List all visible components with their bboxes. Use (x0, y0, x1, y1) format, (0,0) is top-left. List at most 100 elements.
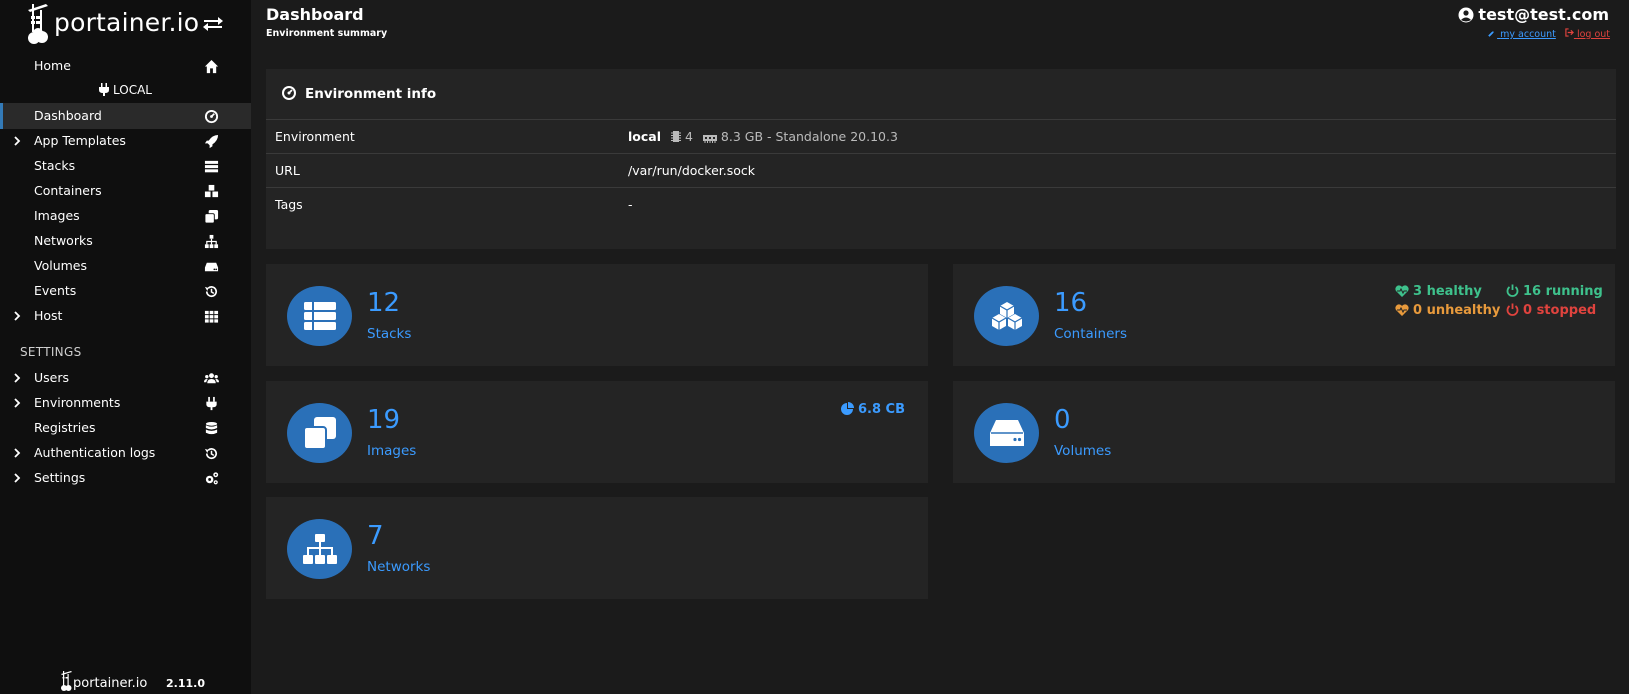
cubes-icon (991, 302, 1022, 330)
sidebar-item-label: Containers (34, 183, 102, 198)
chevron-right-icon (14, 473, 21, 483)
log-out-link[interactable]: log out (1565, 28, 1610, 40)
sidebar-item-label: App Templates (34, 133, 126, 148)
networks-count: 7 (367, 521, 384, 551)
heartbeat-icon (1395, 304, 1409, 316)
sidebar-item-label: Stacks (34, 158, 76, 173)
sidebar-item-dashboard[interactable]: Dashboard (0, 103, 251, 129)
images-card[interactable]: 19 Images 6.8 CB (266, 381, 928, 483)
page-subtitle: Environment summary (266, 28, 388, 39)
exchange-icon[interactable] (202, 14, 224, 34)
sidebar-item-label: Settings (34, 470, 86, 485)
env-key: Environment (275, 129, 355, 144)
sidebar-item-label: Users (34, 370, 70, 385)
sidebar-item-events[interactable]: Events (0, 278, 251, 304)
portainer-logo-icon (61, 671, 72, 691)
environment-info-panel: Environment info Environment local 4 8.3… (266, 69, 1616, 249)
sidebar-item-label: Registries (34, 420, 96, 435)
unhealthy-count: 0 unhealthy (1413, 303, 1501, 318)
user-email: test@test.com (1478, 5, 1609, 24)
containers-count: 16 (1054, 288, 1088, 318)
sidebar-item-authentication-logs[interactable]: Authentication logs (0, 440, 251, 466)
sitemap-icon (302, 534, 337, 564)
sidebar-item-registries[interactable]: Registries (0, 415, 251, 441)
sidebar-item-app-templates[interactable]: App Templates (0, 128, 251, 154)
memory-icon (702, 135, 717, 143)
user-circle-icon (1458, 7, 1474, 23)
env-name: local (628, 129, 662, 144)
dashboard-icon (204, 109, 219, 124)
sidebar-item-networks[interactable]: Networks (0, 228, 251, 254)
sidebar-item-host[interactable]: Host (0, 303, 251, 329)
sidebar-item-stacks[interactable]: Stacks (0, 153, 251, 179)
portainer-logo-icon (28, 4, 48, 44)
power-off-icon (1506, 303, 1519, 316)
log-out-label: log out (1576, 29, 1610, 40)
networks-card[interactable]: 7 Networks (266, 497, 928, 599)
volumes-label: Volumes (1054, 443, 1112, 459)
sidebar-item-users[interactable]: Users (0, 365, 251, 391)
containers-card[interactable]: 16 Containers 3 healthy 0 unhealthy 16 r… (953, 264, 1615, 366)
rocket-icon (204, 134, 219, 149)
stacks-card[interactable]: 12 Stacks (266, 264, 928, 366)
images-label: Images (367, 443, 417, 459)
sidebar-item-settings[interactable]: Settings (0, 465, 251, 491)
images-count: 19 (367, 405, 401, 435)
clone-icon (204, 209, 219, 224)
env-cpu: 4 (684, 129, 693, 144)
chevron-right-icon (14, 136, 21, 146)
brand-logo[interactable]: portainer.io (26, 2, 251, 46)
my-account-link[interactable]: my account (1488, 29, 1556, 40)
database-icon (205, 421, 218, 435)
env-value: /var/run/docker.sock (628, 163, 755, 178)
env-memory: 8.3 GB - Standalone 20.10.3 (720, 129, 898, 144)
sidebar-footer: portainer.io 2.11.0 (60, 670, 240, 694)
sidebar-item-label: Host (34, 308, 63, 323)
home-icon (204, 59, 219, 74)
version-label: 2.11.0 (166, 677, 205, 690)
sidebar-item-label: Environments (34, 395, 121, 410)
stacks-badge (287, 286, 352, 346)
stopped-count: 0 stopped (1523, 303, 1597, 318)
env-key: Tags (275, 197, 303, 212)
sidebar-item-environments[interactable]: Environments (0, 390, 251, 416)
user-menu: test@test.com (1458, 5, 1609, 24)
footer-brand: portainer.io (73, 676, 148, 691)
networks-label: Networks (367, 559, 431, 575)
sidebar-item-label: Home (34, 58, 71, 73)
power-off-icon (1506, 284, 1519, 297)
stacks-count: 12 (367, 288, 401, 318)
running-status: 16 running (1506, 284, 1603, 299)
volumes-count: 0 (1054, 405, 1071, 435)
containers-badge (974, 286, 1039, 346)
images-size: 6.8 CB (841, 402, 905, 417)
my-account-label: my account (1500, 29, 1556, 40)
environment-header: LOCAL (0, 83, 251, 97)
sidebar-item-label: Volumes (34, 258, 88, 273)
sidebar-item-label: Authentication logs (34, 445, 156, 460)
env-value: local 4 8.3 GB - Standalone 20.10.3 (628, 129, 898, 144)
plug-icon (206, 396, 217, 411)
brand-name: portainer.io (54, 8, 200, 37)
volumes-card[interactable]: 0 Volumes (953, 381, 1615, 483)
sidebar-item-images[interactable]: Images (0, 203, 251, 229)
heartbeat-icon (1395, 285, 1409, 297)
th-icon (204, 310, 219, 323)
volumes-badge (974, 403, 1039, 463)
healthy-status: 3 healthy (1395, 284, 1482, 299)
cogs-icon (205, 472, 219, 485)
sidebar-item-label: Events (34, 283, 77, 298)
sidebar-item-volumes[interactable]: Volumes (0, 253, 251, 279)
unhealthy-status: 0 unhealthy (1395, 303, 1500, 318)
sidebar-item-home[interactable]: Home (0, 53, 251, 79)
chevron-right-icon (14, 311, 21, 321)
images-badge (287, 403, 352, 463)
chevron-right-icon (14, 398, 21, 408)
environment-name: LOCAL (113, 83, 152, 97)
env-row-environment: Environment local 4 8.3 GB - Standalone … (266, 119, 1616, 153)
sitemap-icon (204, 234, 219, 249)
panel-title-text: Environment info (305, 86, 437, 102)
healthy-count: 3 healthy (1413, 284, 1482, 299)
sidebar-item-containers[interactable]: Containers (0, 178, 251, 204)
pie-chart-icon (841, 402, 854, 415)
